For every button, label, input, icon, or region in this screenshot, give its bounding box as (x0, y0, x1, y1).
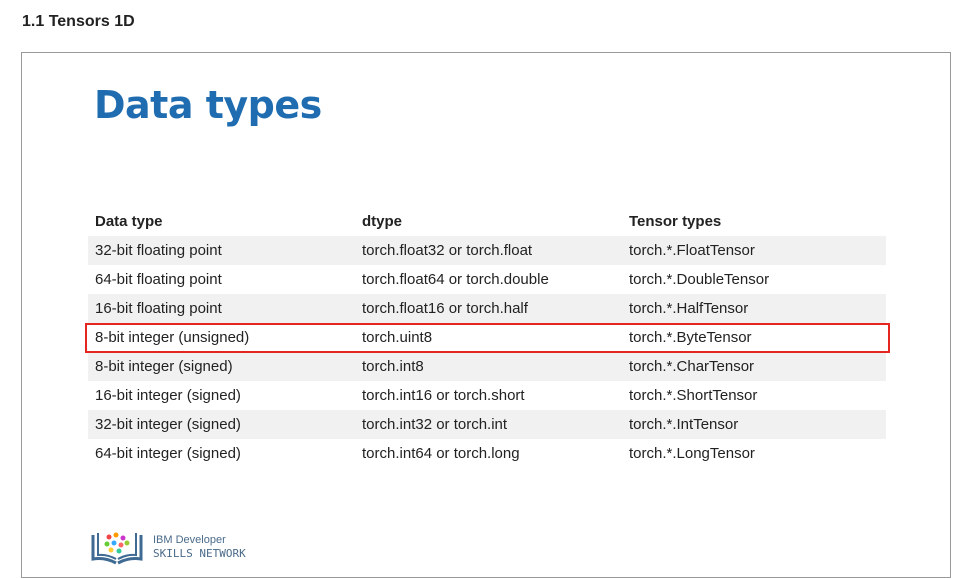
cell-data-type: 32-bit integer (signed) (88, 410, 355, 439)
table-row: 16-bit integer (signed) torch.int16 or to… (88, 381, 886, 410)
cell-data-type: 64-bit integer (signed) (95, 445, 241, 462)
header-tensor-types: Tensor types (629, 213, 722, 230)
table-header-row: Data type dtype Tensor types (88, 207, 886, 236)
header-dtype: dtype (362, 213, 403, 230)
cell-tensor-type: torch.*.FloatTensor (622, 236, 886, 265)
header-data-type: Data type (95, 213, 163, 230)
cell-data-type: 32-bit floating point (88, 236, 355, 265)
cell-data-type: 64-bit floating point (95, 271, 222, 288)
cell-tensor-type: torch.*.ShortTensor (629, 387, 758, 404)
table-row: 16-bit floating point torch.float16 or to… (88, 294, 886, 323)
cell-data-type: 16-bit floating point (88, 294, 355, 323)
table-row: 32-bit floating point torch.float32 or to… (88, 236, 886, 265)
cell-tensor-type: torch.*.CharTensor (622, 352, 886, 381)
cell-data-type: 8-bit integer (signed) (88, 352, 355, 381)
ibm-logo: IBM Developer SKILLS NETWORK (89, 529, 246, 565)
section-title: 1.1 Tensors 1D (22, 13, 135, 30)
cell-tensor-type: torch.*.LongTensor (629, 445, 755, 462)
cell-dtype: torch.int64 or torch.long (362, 445, 520, 462)
cell-dtype: torch.float16 or torch.half (355, 294, 622, 323)
logo-line2: SKILLS NETWORK (153, 547, 246, 560)
table-row: 8-bit integer (signed) torch.int8 torch.*.… (88, 352, 886, 381)
cell-tensor-type: torch.*.HalfTensor (622, 294, 886, 323)
cell-dtype: torch.float64 or torch.double (362, 271, 549, 288)
cell-dtype: torch.int32 or torch.int (355, 410, 622, 439)
logo-line1: IBM Developer (153, 534, 226, 546)
table-row: 32-bit integer (signed) torch.int32 or to… (88, 410, 886, 439)
table-row: 64-bit floating point torch.float64 or to… (88, 265, 886, 294)
cell-dtype: torch.int16 or torch.short (362, 387, 525, 404)
cell-data-type: 16-bit integer (signed) (95, 387, 241, 404)
highlight-box (85, 323, 890, 353)
slide-title: Data types (94, 83, 322, 127)
book-logo-icon (91, 532, 143, 565)
cell-tensor-type: torch.*.IntTensor (622, 410, 886, 439)
video-slide[interactable]: Data types Data type dtype Tensor types … (21, 52, 951, 578)
cell-tensor-type: torch.*.DoubleTensor (629, 271, 770, 288)
cell-dtype: torch.float32 or torch.float (355, 236, 622, 265)
table-row: 64-bit integer (signed) torch.int64 or to… (88, 439, 886, 468)
cell-dtype: torch.int8 (355, 352, 622, 381)
